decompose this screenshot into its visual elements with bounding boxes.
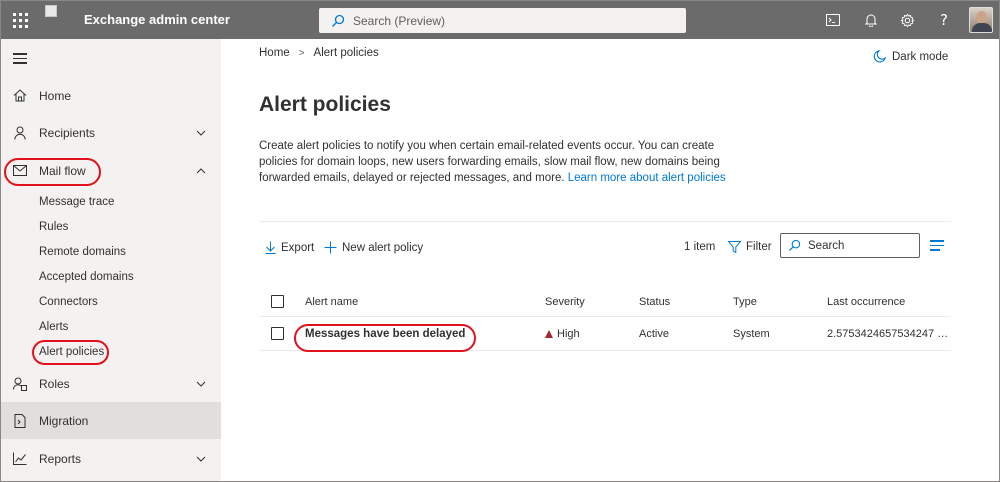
person-icon [11, 124, 29, 142]
notification-bell-icon[interactable] [861, 10, 881, 30]
sidebar-subitem-alerts[interactable]: Alerts [39, 321, 68, 333]
breadcrumb-separator: > [298, 47, 305, 59]
download-icon [265, 241, 276, 254]
app-title: Exchange admin center [84, 12, 230, 27]
chevron-down-icon [194, 377, 208, 391]
left-navigation: Home Recipients Mail flow Message trace … [1, 39, 221, 481]
annotation-highlight-mail-flow [4, 158, 101, 186]
column-header-alert-name[interactable]: Alert name [305, 296, 358, 308]
sidebar-item-recipients[interactable]: Recipients [1, 114, 221, 151]
annotation-highlight-alert-policies [32, 340, 109, 365]
sidebar-item-migration[interactable]: Migration [1, 402, 221, 439]
column-header-status[interactable]: Status [639, 296, 670, 308]
list-search-input[interactable]: Search [780, 233, 920, 258]
chevron-up-icon [194, 164, 208, 178]
hamburger-menu-icon[interactable] [13, 53, 27, 64]
type-cell: System [733, 327, 770, 340]
sidebar-subitem-message-trace[interactable]: Message trace [39, 196, 114, 208]
breadcrumb-current: Alert policies [313, 47, 379, 59]
column-header-last-occurrence[interactable]: Last occurrence [827, 296, 951, 308]
sidebar-item-reports[interactable]: Reports [1, 440, 221, 477]
status-cell: Active [639, 327, 669, 340]
broken-logo-image [45, 5, 57, 17]
main-content: Home > Alert policies Dark mode Alert po… [221, 39, 999, 481]
sidebar-subitem-rules[interactable]: Rules [39, 221, 68, 233]
view-options-icon[interactable] [930, 240, 944, 252]
app-launcher-icon[interactable] [10, 9, 32, 31]
sidebar-item-home[interactable]: Home [1, 77, 221, 114]
table-header-row: Alert name Severity Status Type Last occ… [259, 287, 951, 317]
export-label: Export [281, 241, 315, 254]
sidebar-subitem-connectors[interactable]: Connectors [39, 296, 98, 308]
export-button[interactable]: Export [265, 241, 314, 254]
breadcrumb: Home > Alert policies [259, 47, 379, 59]
avatar[interactable] [969, 7, 993, 33]
learn-more-link[interactable]: Learn more about alert policies [568, 172, 726, 184]
sidebar-item-label: Recipients [39, 125, 96, 140]
new-alert-policy-label: New alert policy [342, 241, 424, 254]
command-bar: Export New alert policy 1 item Filter Se… [259, 233, 959, 265]
dark-mode-label: Dark mode [892, 50, 949, 63]
filter-label: Filter [746, 241, 772, 253]
list-search-placeholder: Search [808, 239, 845, 252]
page-description: Create alert policies to notify you when… [259, 138, 739, 186]
sidebar-item-label: Migration [39, 413, 89, 428]
filter-icon [728, 241, 741, 253]
page-title: Alert policies [259, 93, 391, 116]
last-occurrence-cell: 2.5753424657534247 years ago [827, 327, 951, 340]
search-icon [332, 14, 345, 27]
item-count: 1 item [684, 241, 716, 253]
severity-value: High [557, 327, 580, 340]
select-all-checkbox[interactable] [271, 295, 284, 308]
add-icon [324, 241, 337, 254]
sidebar-subitem-accepted-domains[interactable]: Accepted domains [39, 271, 134, 283]
annotation-highlight-alert-name [294, 324, 476, 352]
top-bar: Exchange admin center Search (Preview) ? [1, 1, 999, 39]
help-icon[interactable]: ? [934, 10, 954, 30]
chevron-down-icon [194, 126, 208, 140]
migration-icon [11, 412, 29, 430]
dark-mode-toggle[interactable]: Dark mode [873, 50, 948, 63]
column-header-type[interactable]: Type [733, 296, 757, 308]
row-checkbox[interactable] [271, 327, 284, 340]
sidebar-item-label: Reports [39, 451, 82, 466]
terminal-icon[interactable] [823, 10, 843, 30]
home-icon [11, 87, 29, 105]
moon-icon [873, 50, 886, 63]
sidebar-item-label: Roles [39, 376, 70, 391]
new-alert-policy-button[interactable]: New alert policy [324, 241, 423, 254]
chevron-down-icon [194, 452, 208, 466]
filter-button[interactable]: Filter [728, 241, 772, 253]
settings-gear-icon[interactable] [897, 10, 917, 30]
warning-triangle-icon [545, 329, 553, 338]
sidebar-subitem-remote-domains[interactable]: Remote domains [39, 246, 126, 258]
sidebar-item-roles[interactable]: Roles [1, 365, 221, 402]
global-search-placeholder: Search (Preview) [353, 13, 446, 28]
column-header-severity[interactable]: Severity [545, 296, 585, 308]
section-divider [259, 221, 951, 222]
app-window: Exchange admin center Search (Preview) ? [0, 0, 1000, 482]
sidebar-item-label: Home [39, 88, 72, 103]
severity-cell: High [545, 328, 580, 340]
roles-icon [11, 375, 29, 393]
breadcrumb-home-link[interactable]: Home [259, 47, 290, 59]
global-search-input[interactable]: Search (Preview) [319, 8, 686, 33]
reports-chart-icon [11, 450, 29, 468]
search-icon [788, 239, 801, 252]
